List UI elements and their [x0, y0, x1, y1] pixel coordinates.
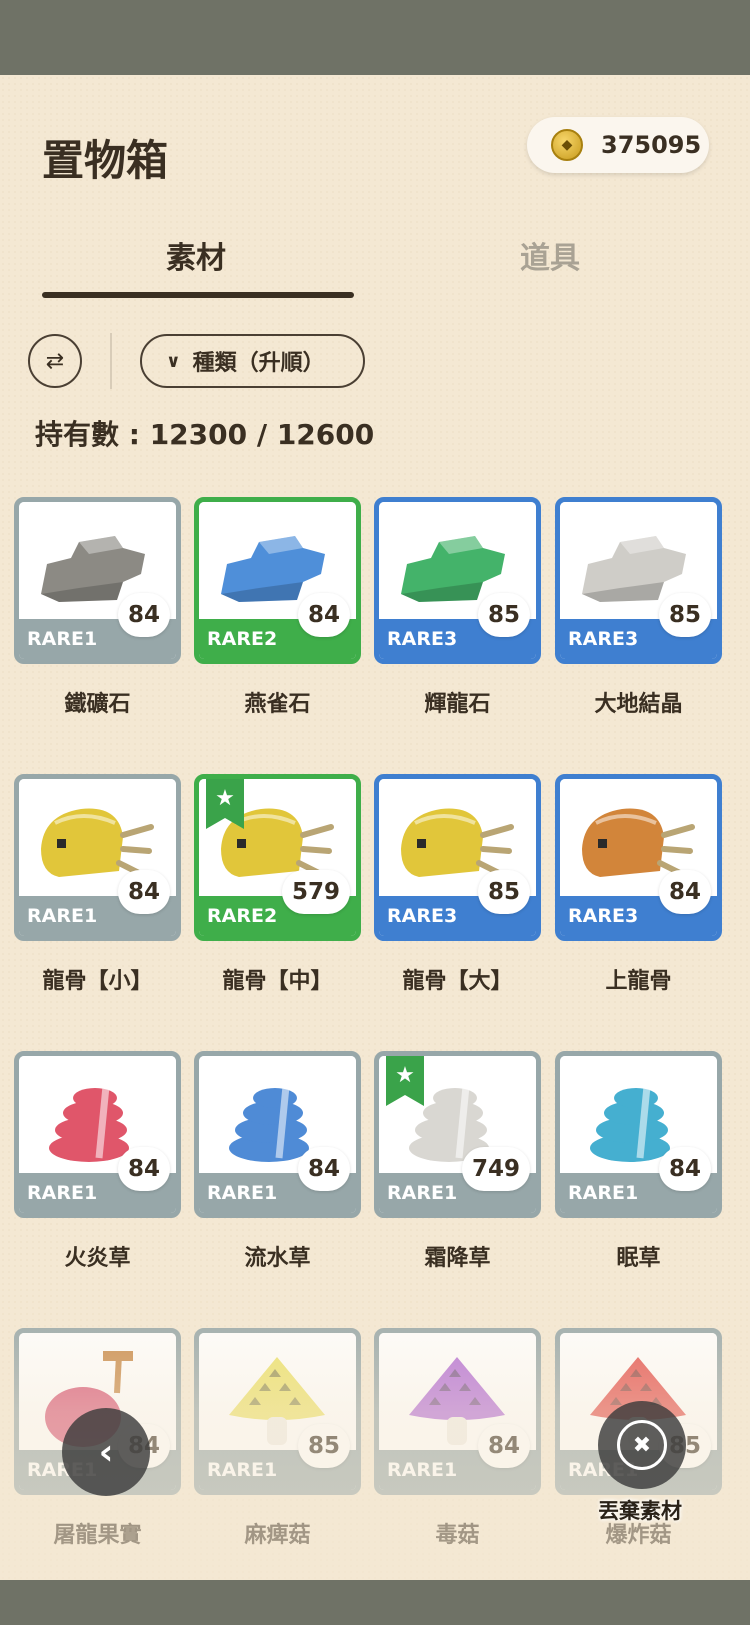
item-card[interactable]: RARE2 84 — [194, 497, 361, 664]
quantity-badge: 85 — [297, 1424, 350, 1468]
tab-materials[interactable]: 素材 — [166, 233, 226, 277]
item-card[interactable]: RARE184 — [14, 1051, 181, 1218]
material-item[interactable]: RARE1 84 毒菇 — [374, 1328, 541, 1549]
coin-balance: ◆ 375095 — [527, 117, 709, 173]
item-card[interactable]: RARE3 84 — [555, 774, 722, 941]
material-item[interactable]: RARE3 85 輝龍石 — [374, 497, 541, 718]
storage-screen: 置物箱 ◆ 375095 素材 道具 ⇄ ∨ 種類（升順） 持有數 : 1230… — [0, 75, 750, 1580]
item-name: 屠龍果實 — [53, 1523, 142, 1548]
material-item[interactable]: RARE3 85 大地結晶 — [555, 497, 722, 718]
material-item[interactable]: RARE1 84 鐵礦石 — [14, 497, 181, 718]
chevron-down-icon: ∨ — [166, 350, 181, 372]
active-tab-indicator — [42, 292, 354, 298]
item-name: 龍骨【中】 — [222, 969, 333, 994]
quantity-badge: 84 — [117, 870, 170, 914]
quantity-badge: 84 — [117, 1147, 170, 1191]
quantity-badge: 85 — [477, 870, 530, 914]
item-name: 大地結晶 — [594, 692, 683, 717]
material-item[interactable]: RARE1 84 龍骨【小】 — [14, 774, 181, 995]
holding-count: 持有數 : 12300 / 12600 — [35, 418, 375, 451]
system-nav-bar — [0, 1580, 750, 1625]
quantity-badge: 85 — [658, 593, 711, 637]
item-card[interactable]: RARE184 — [555, 1051, 722, 1218]
quantity-badge: 84 — [297, 593, 350, 637]
toolbar-divider — [110, 333, 112, 389]
material-item[interactable]: RARE1 84 火炎草 — [14, 1051, 181, 1272]
discard-label[interactable]: 丟棄素材 — [598, 1495, 682, 1525]
back-button[interactable]: ‹ — [62, 1408, 150, 1496]
item-name: 霜降草 — [424, 1246, 491, 1271]
quantity-badge: 85 — [477, 593, 530, 637]
swap-icon: ⇄ — [45, 348, 65, 374]
material-item[interactable]: RARE3 85 龍骨【大】 — [374, 774, 541, 995]
quantity-badge: 749 — [461, 1147, 530, 1191]
material-item[interactable]: ★ RARE2 579 龍骨【中】 — [194, 774, 361, 995]
item-name: 麻痺菇 — [244, 1523, 311, 1548]
item-name: 鐵礦石 — [64, 692, 131, 717]
item-name: 上龍骨 — [605, 969, 672, 994]
quantity-badge: 579 — [281, 870, 350, 914]
item-name: 龍骨【小】 — [42, 969, 153, 994]
tab-items[interactable]: 道具 — [520, 233, 580, 277]
chevron-left-icon: ‹ — [98, 1431, 114, 1473]
page-title: 置物箱 — [42, 136, 169, 185]
quantity-badge: 84 — [658, 1147, 711, 1191]
quantity-badge: 84 — [477, 1424, 530, 1468]
coin-value: 375095 — [601, 131, 702, 159]
material-item[interactable]: RARE2 84 燕雀石 — [194, 497, 361, 718]
material-item[interactable]: RARE1 85 麻痺菇 — [194, 1328, 361, 1549]
item-name: 燕雀石 — [244, 692, 311, 717]
item-card[interactable]: RARE3 85 — [374, 497, 541, 664]
item-name: 火炎草 — [64, 1246, 131, 1271]
item-card[interactable]: RARE3 85 — [555, 497, 722, 664]
quantity-badge: 84 — [297, 1147, 350, 1191]
swap-order-button[interactable]: ⇄ — [28, 334, 82, 388]
item-card[interactable]: RARE184 — [14, 497, 181, 664]
item-name: 眠草 — [616, 1246, 661, 1271]
discard-button[interactable]: ✖ — [598, 1401, 686, 1489]
item-name: 流水草 — [244, 1246, 311, 1271]
item-card[interactable]: ★ RARE1 749 — [374, 1051, 541, 1218]
item-name: 毒菇 — [435, 1523, 480, 1548]
quantity-badge: 84 — [658, 870, 711, 914]
material-item[interactable]: RARE1 84 眠草 — [555, 1051, 722, 1272]
sort-label: 種類（升順） — [192, 351, 325, 376]
item-card[interactable]: RARE3 85 — [374, 774, 541, 941]
item-card[interactable]: RARE185 — [194, 1328, 361, 1495]
trash-monster-icon: ✖ — [617, 1420, 667, 1470]
material-item[interactable]: ★ RARE1 749 霜降草 — [374, 1051, 541, 1272]
coin-icon: ◆ — [551, 129, 583, 161]
item-name: 輝龍石 — [424, 692, 491, 717]
sort-dropdown[interactable]: ∨ 種類（升順） — [140, 334, 365, 388]
quantity-badge: 84 — [117, 593, 170, 637]
item-card[interactable]: RARE184 — [14, 774, 181, 941]
item-card[interactable]: RARE184 — [194, 1051, 361, 1218]
item-card[interactable]: RARE184 — [374, 1328, 541, 1495]
item-name: 龍骨【大】 — [402, 969, 513, 994]
material-item[interactable]: RARE3 84 上龍骨 — [555, 774, 722, 995]
item-card[interactable]: ★ RARE2 579 — [194, 774, 361, 941]
material-item[interactable]: RARE1 84 流水草 — [194, 1051, 361, 1272]
